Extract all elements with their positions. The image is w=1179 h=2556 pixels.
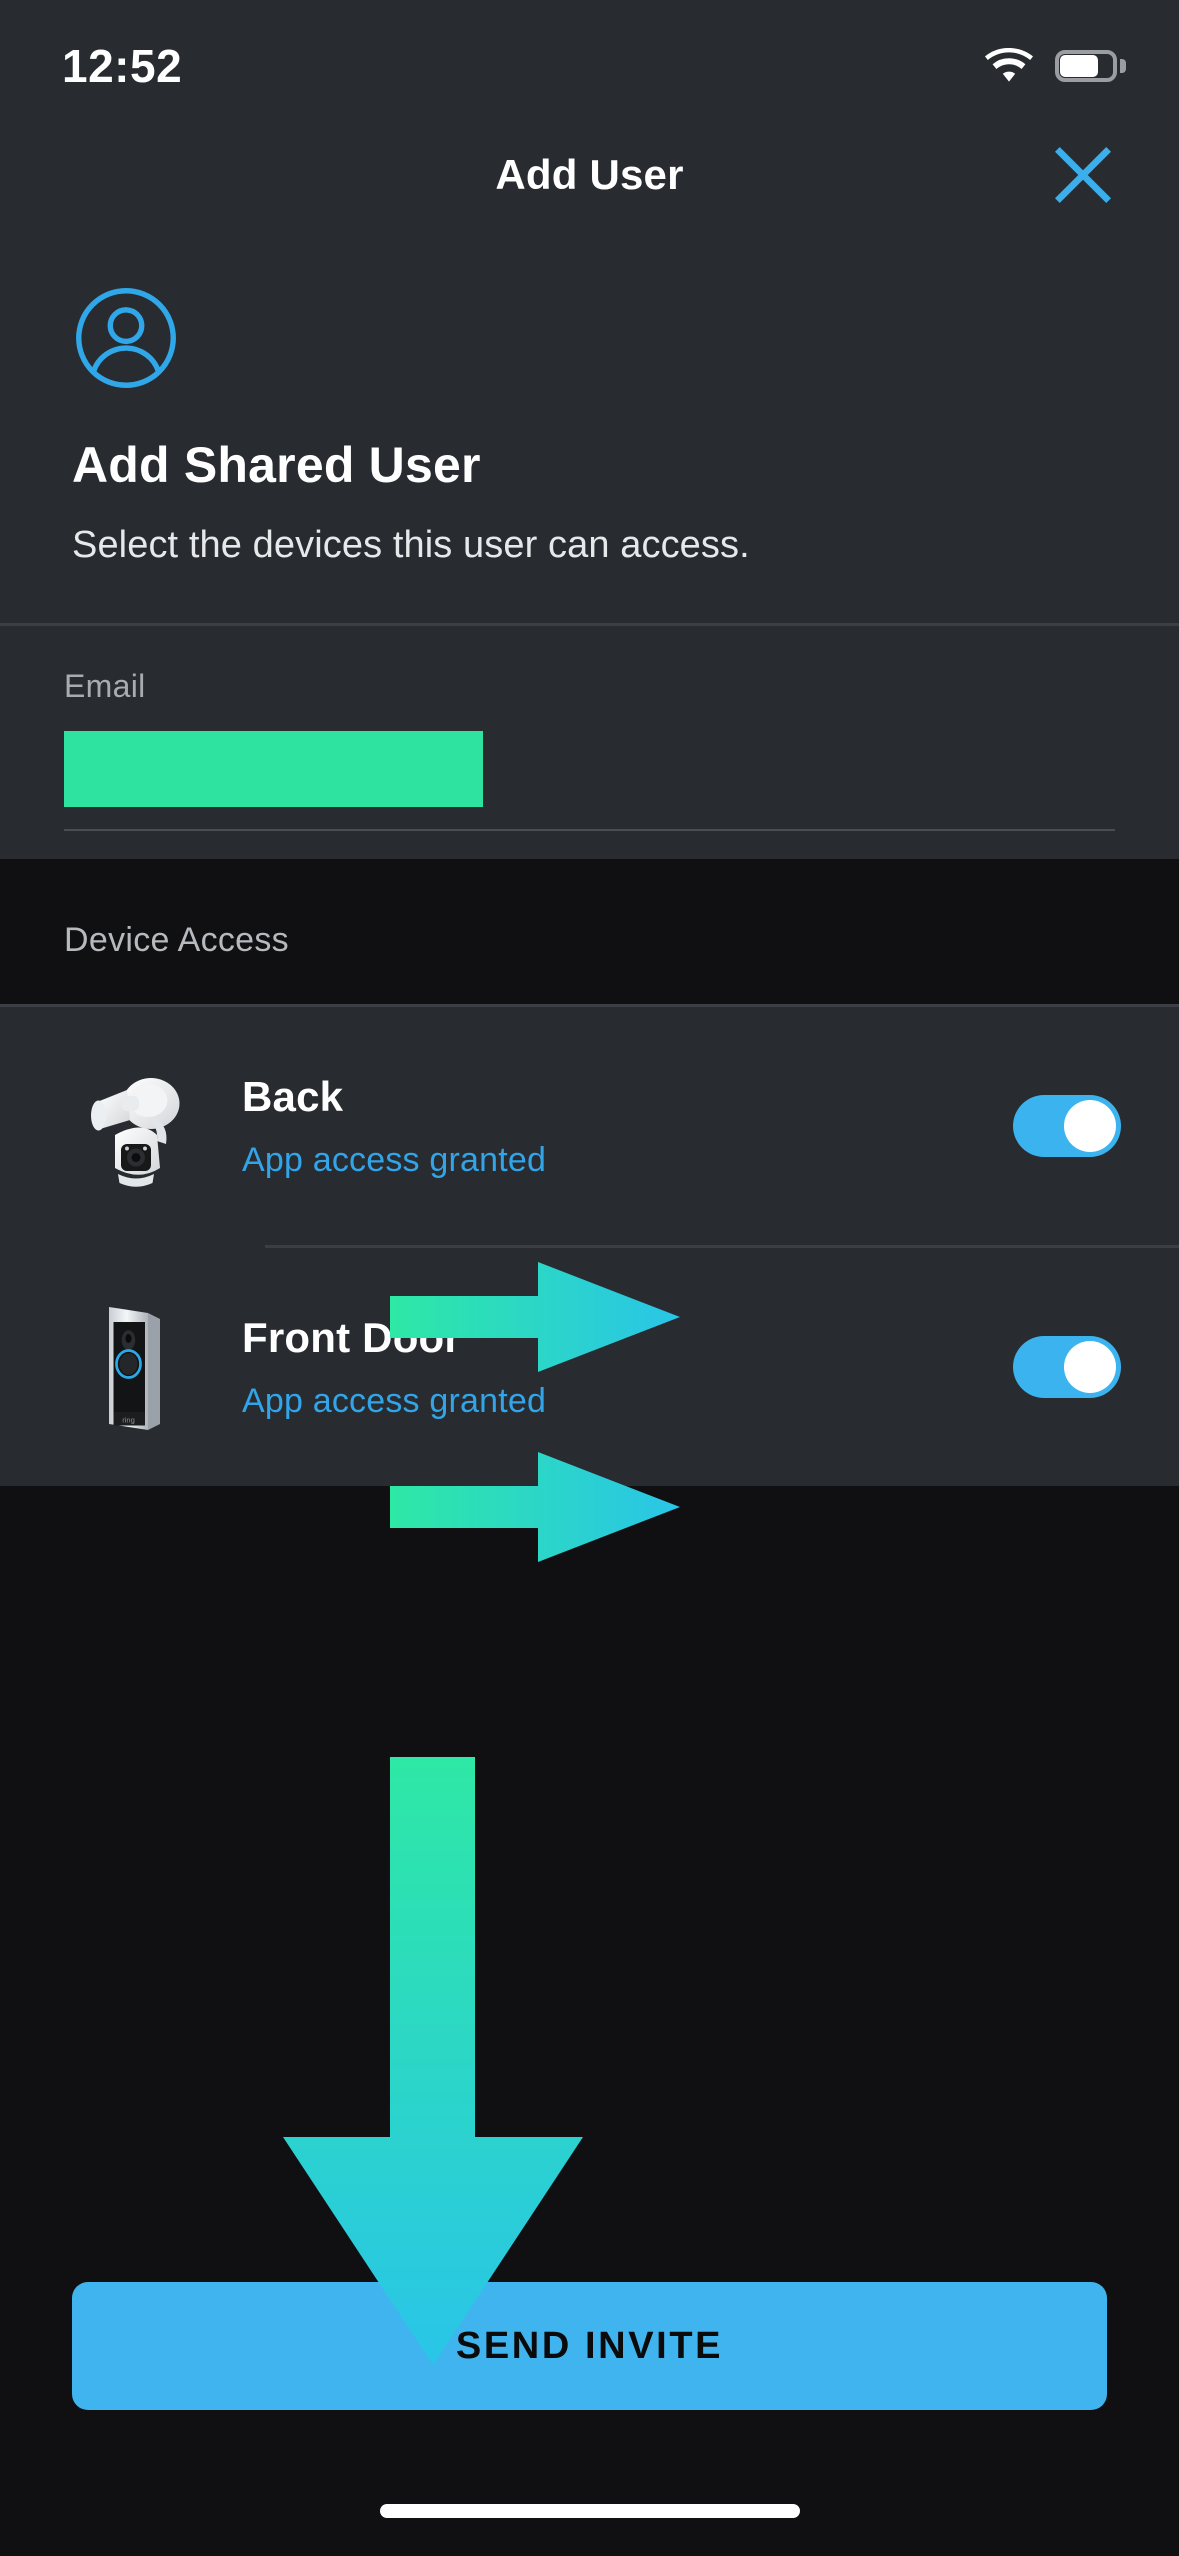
device-list: Back App access granted ring Front Door … <box>0 1007 1179 1486</box>
toggle-knob <box>1064 1100 1116 1152</box>
battery-cap <box>1120 59 1126 73</box>
send-invite-label: SEND INVITE <box>455 2324 724 2367</box>
footer-section: SEND INVITE <box>0 1852 1179 2556</box>
device-access-toggle[interactable] <box>1013 1095 1121 1157</box>
hero-title: Add Shared User <box>72 437 481 493</box>
device-access-toggle[interactable] <box>1013 1336 1121 1398</box>
device-info: Back App access granted <box>220 1073 1013 1180</box>
device-access-header: Device Access <box>0 859 1179 1007</box>
close-button[interactable] <box>1037 129 1129 221</box>
video-doorbell-icon: ring <box>40 1282 220 1452</box>
device-info: Front Door App access granted <box>220 1314 1013 1421</box>
device-row[interactable]: ring Front Door App access granted <box>0 1248 1179 1486</box>
battery-fill <box>1060 55 1099 77</box>
status-bar-time: 12:52 <box>62 40 183 92</box>
email-label: Email <box>64 668 146 704</box>
device-row[interactable]: Back App access granted <box>0 1007 1179 1245</box>
send-invite-button[interactable]: SEND INVITE <box>72 2282 1107 2410</box>
device-status: App access granted <box>242 1140 547 1179</box>
email-redaction-overlay <box>64 731 483 807</box>
hero-section: Add Shared User Select the devices this … <box>0 232 1179 626</box>
hero-subtitle: Select the devices this user can access. <box>72 524 750 566</box>
svg-text:ring: ring <box>122 1416 135 1425</box>
page-title: Add User <box>495 151 684 198</box>
wifi-icon <box>985 48 1033 82</box>
email-spacer <box>0 831 1179 859</box>
close-x-icon <box>1055 147 1111 203</box>
home-indicator <box>379 2504 800 2518</box>
device-name: Front Door <box>242 1313 461 1361</box>
status-bar: 12:52 <box>0 0 1179 118</box>
device-status: App access granted <box>242 1381 547 1420</box>
battery-icon <box>1055 50 1126 82</box>
floodlight-camera-icon <box>40 1041 220 1211</box>
device-access-label: Device Access <box>64 921 289 959</box>
nav-bar: Add User <box>0 118 1179 232</box>
toggle-knob <box>1064 1341 1116 1393</box>
email-section: Email <box>0 626 1179 831</box>
status-bar-indicators <box>985 48 1126 84</box>
device-name: Back <box>242 1072 344 1120</box>
email-field[interactable] <box>64 723 1115 831</box>
user-avatar-icon <box>76 288 176 388</box>
